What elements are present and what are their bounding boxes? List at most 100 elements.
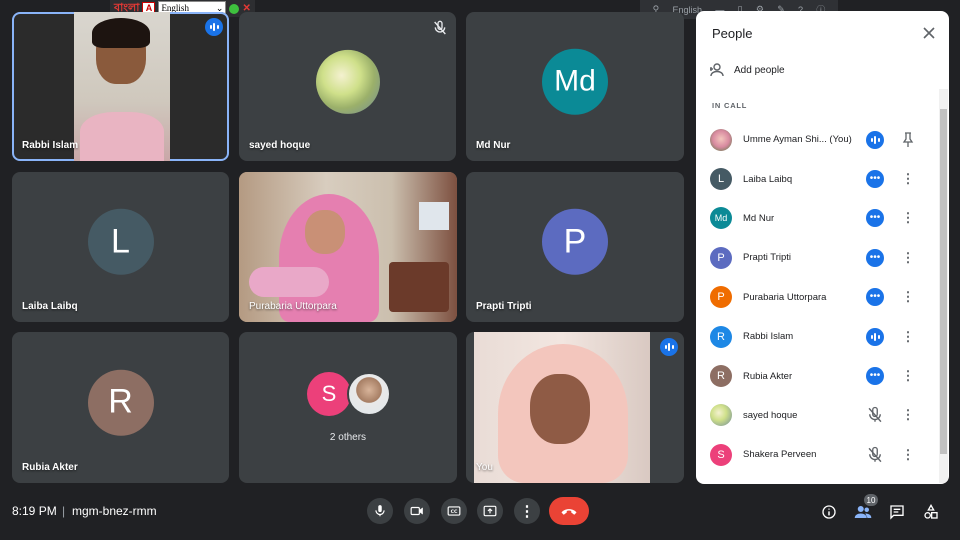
microphone-icon [375,505,385,517]
avatar-photo [710,404,732,427]
activities-button[interactable] [921,502,941,522]
avatar-photo [710,128,732,151]
participant-count-badge: 10 [864,494,878,506]
chat-button[interactable] [887,502,907,522]
tile-name: sayed hoque [249,140,311,151]
participant-row[interactable]: sayed hoque ⋮ [696,396,936,435]
tile-name: Rubia Akter [22,462,78,473]
participant-tile[interactable]: L Laiba Laibq [12,172,229,322]
more-options-button[interactable]: ⋮ [514,498,540,524]
chat-icon [890,505,904,520]
others-label: 2 others [329,432,367,443]
more-audio-icon: ••• [866,367,884,386]
avatar: R [87,369,154,436]
present-button[interactable] [477,498,503,524]
participant-row[interactable]: Umme Ayman Shi... (You) [696,120,936,159]
add-people-label: Add people [734,64,785,76]
video-tile[interactable]: Rabbi Islam [12,12,229,161]
avatar: P [710,246,732,269]
participant-row[interactable]: P Prapti Tripti ••• ⋮ [696,238,936,277]
camera-icon [410,506,423,516]
tile-name: Prapti Tripti [476,301,532,312]
participant-row[interactable]: Md Md Nur ••• ⋮ [696,199,936,238]
video-feed [474,332,650,483]
scrollbar-thumb[interactable] [940,109,947,454]
participant-row[interactable]: R Rubia Akter ••• ⋮ [696,356,936,395]
more-options-icon[interactable]: ⋮ [901,328,915,346]
more-vert-icon: ⋮ [519,503,535,520]
people-icon [854,506,872,518]
participant-name: Md Nur [743,212,775,224]
activities-icon [924,504,938,519]
bottom-toolbar: 8:19 PM | mgm-bnez-rmm CC ⋮ [0,490,960,540]
participant-name: Purabaria Uttorpara [743,291,827,303]
tile-name: You [476,462,493,473]
mic-off-icon [434,20,446,35]
mic-off-icon [868,446,882,463]
avatar-photo [347,372,391,416]
avatar: L [87,208,154,275]
people-panel: People Add people IN CALL Umme Ayman Shi… [696,11,949,484]
avatar: S [710,443,732,466]
pin-icon[interactable] [901,131,915,149]
tile-name: Purabaria Uttorpara [249,301,337,312]
speaking-indicator-icon [205,18,223,36]
participant-row[interactable]: P Purabaria Uttorpara ••• ⋮ [696,278,936,317]
participant-name: sayed hoque [743,409,798,421]
avatar: P [710,286,732,309]
avatar: R [710,365,732,388]
section-label: IN CALL [712,101,748,110]
meeting-code: mgm-bnez-rmm [72,504,157,518]
avatar: Md [710,207,732,230]
add-person-icon [710,63,724,77]
leave-call-button[interactable] [549,497,589,525]
participant-list: Umme Ayman Shi... (You) L Laiba Laibq ••… [696,120,936,475]
avatar: L [710,168,732,191]
self-video-tile[interactable]: You [466,332,684,483]
more-options-icon[interactable]: ⋮ [901,446,915,464]
participant-name: Laiba Laibq [743,173,793,185]
mic-off-icon [868,407,882,423]
participant-tile[interactable]: Md Md Nur [466,12,684,161]
participant-row[interactable]: L Laiba Laibq ••• ⋮ [696,159,936,198]
captions-button[interactable]: CC [441,498,467,524]
more-options-icon[interactable]: ⋮ [901,170,915,188]
more-options-icon[interactable]: ⋮ [901,209,915,227]
add-people-button[interactable]: Add people [710,63,785,77]
participant-row[interactable]: S Shakera Perveen ⋮ [696,435,936,474]
microphone-button[interactable] [367,498,393,524]
participant-tile[interactable]: sayed hoque [239,12,456,161]
others-tile[interactable]: S 2 others [239,332,457,483]
captions-icon: CC [447,506,461,516]
speaking-indicator-icon [866,130,884,149]
participant-name: Shakera Perveen [743,449,817,461]
meeting-details-button[interactable] [819,502,839,522]
speaking-indicator-icon [660,338,678,356]
more-audio-icon: ••• [866,170,884,189]
speaking-indicator-icon [866,327,884,346]
tile-name: Laiba Laibq [22,301,78,312]
participant-name: Prapti Tripti [743,252,792,264]
more-audio-icon: ••• [866,248,884,267]
participant-tile[interactable]: P Prapti Tripti [466,172,684,322]
more-options-icon[interactable]: ⋮ [901,288,915,306]
tile-name: Rabbi Islam [22,140,79,151]
participant-row[interactable]: R Rabbi Islam ⋮ [696,317,936,356]
more-options-icon[interactable]: ⋮ [901,367,915,385]
more-options-icon[interactable]: ⋮ [901,249,915,267]
avatar: Md [542,48,608,115]
close-icon[interactable] [921,25,937,41]
camera-button[interactable] [404,498,430,524]
avatar-photo [315,49,380,114]
more-audio-icon: ••• [866,288,884,307]
video-tile[interactable]: Purabaria Uttorpara [239,172,457,322]
participant-tile[interactable]: R Rubia Akter [12,332,229,483]
tile-name: Md Nur [476,140,511,151]
status-dot-icon[interactable] [229,3,240,14]
more-options-icon[interactable]: ⋮ [901,406,915,424]
info-icon [822,505,836,519]
participant-name: Umme Ayman Shi... (You) [743,134,852,146]
separator: | [62,504,66,518]
avatar: S [307,372,351,416]
present-screen-icon [483,505,497,517]
